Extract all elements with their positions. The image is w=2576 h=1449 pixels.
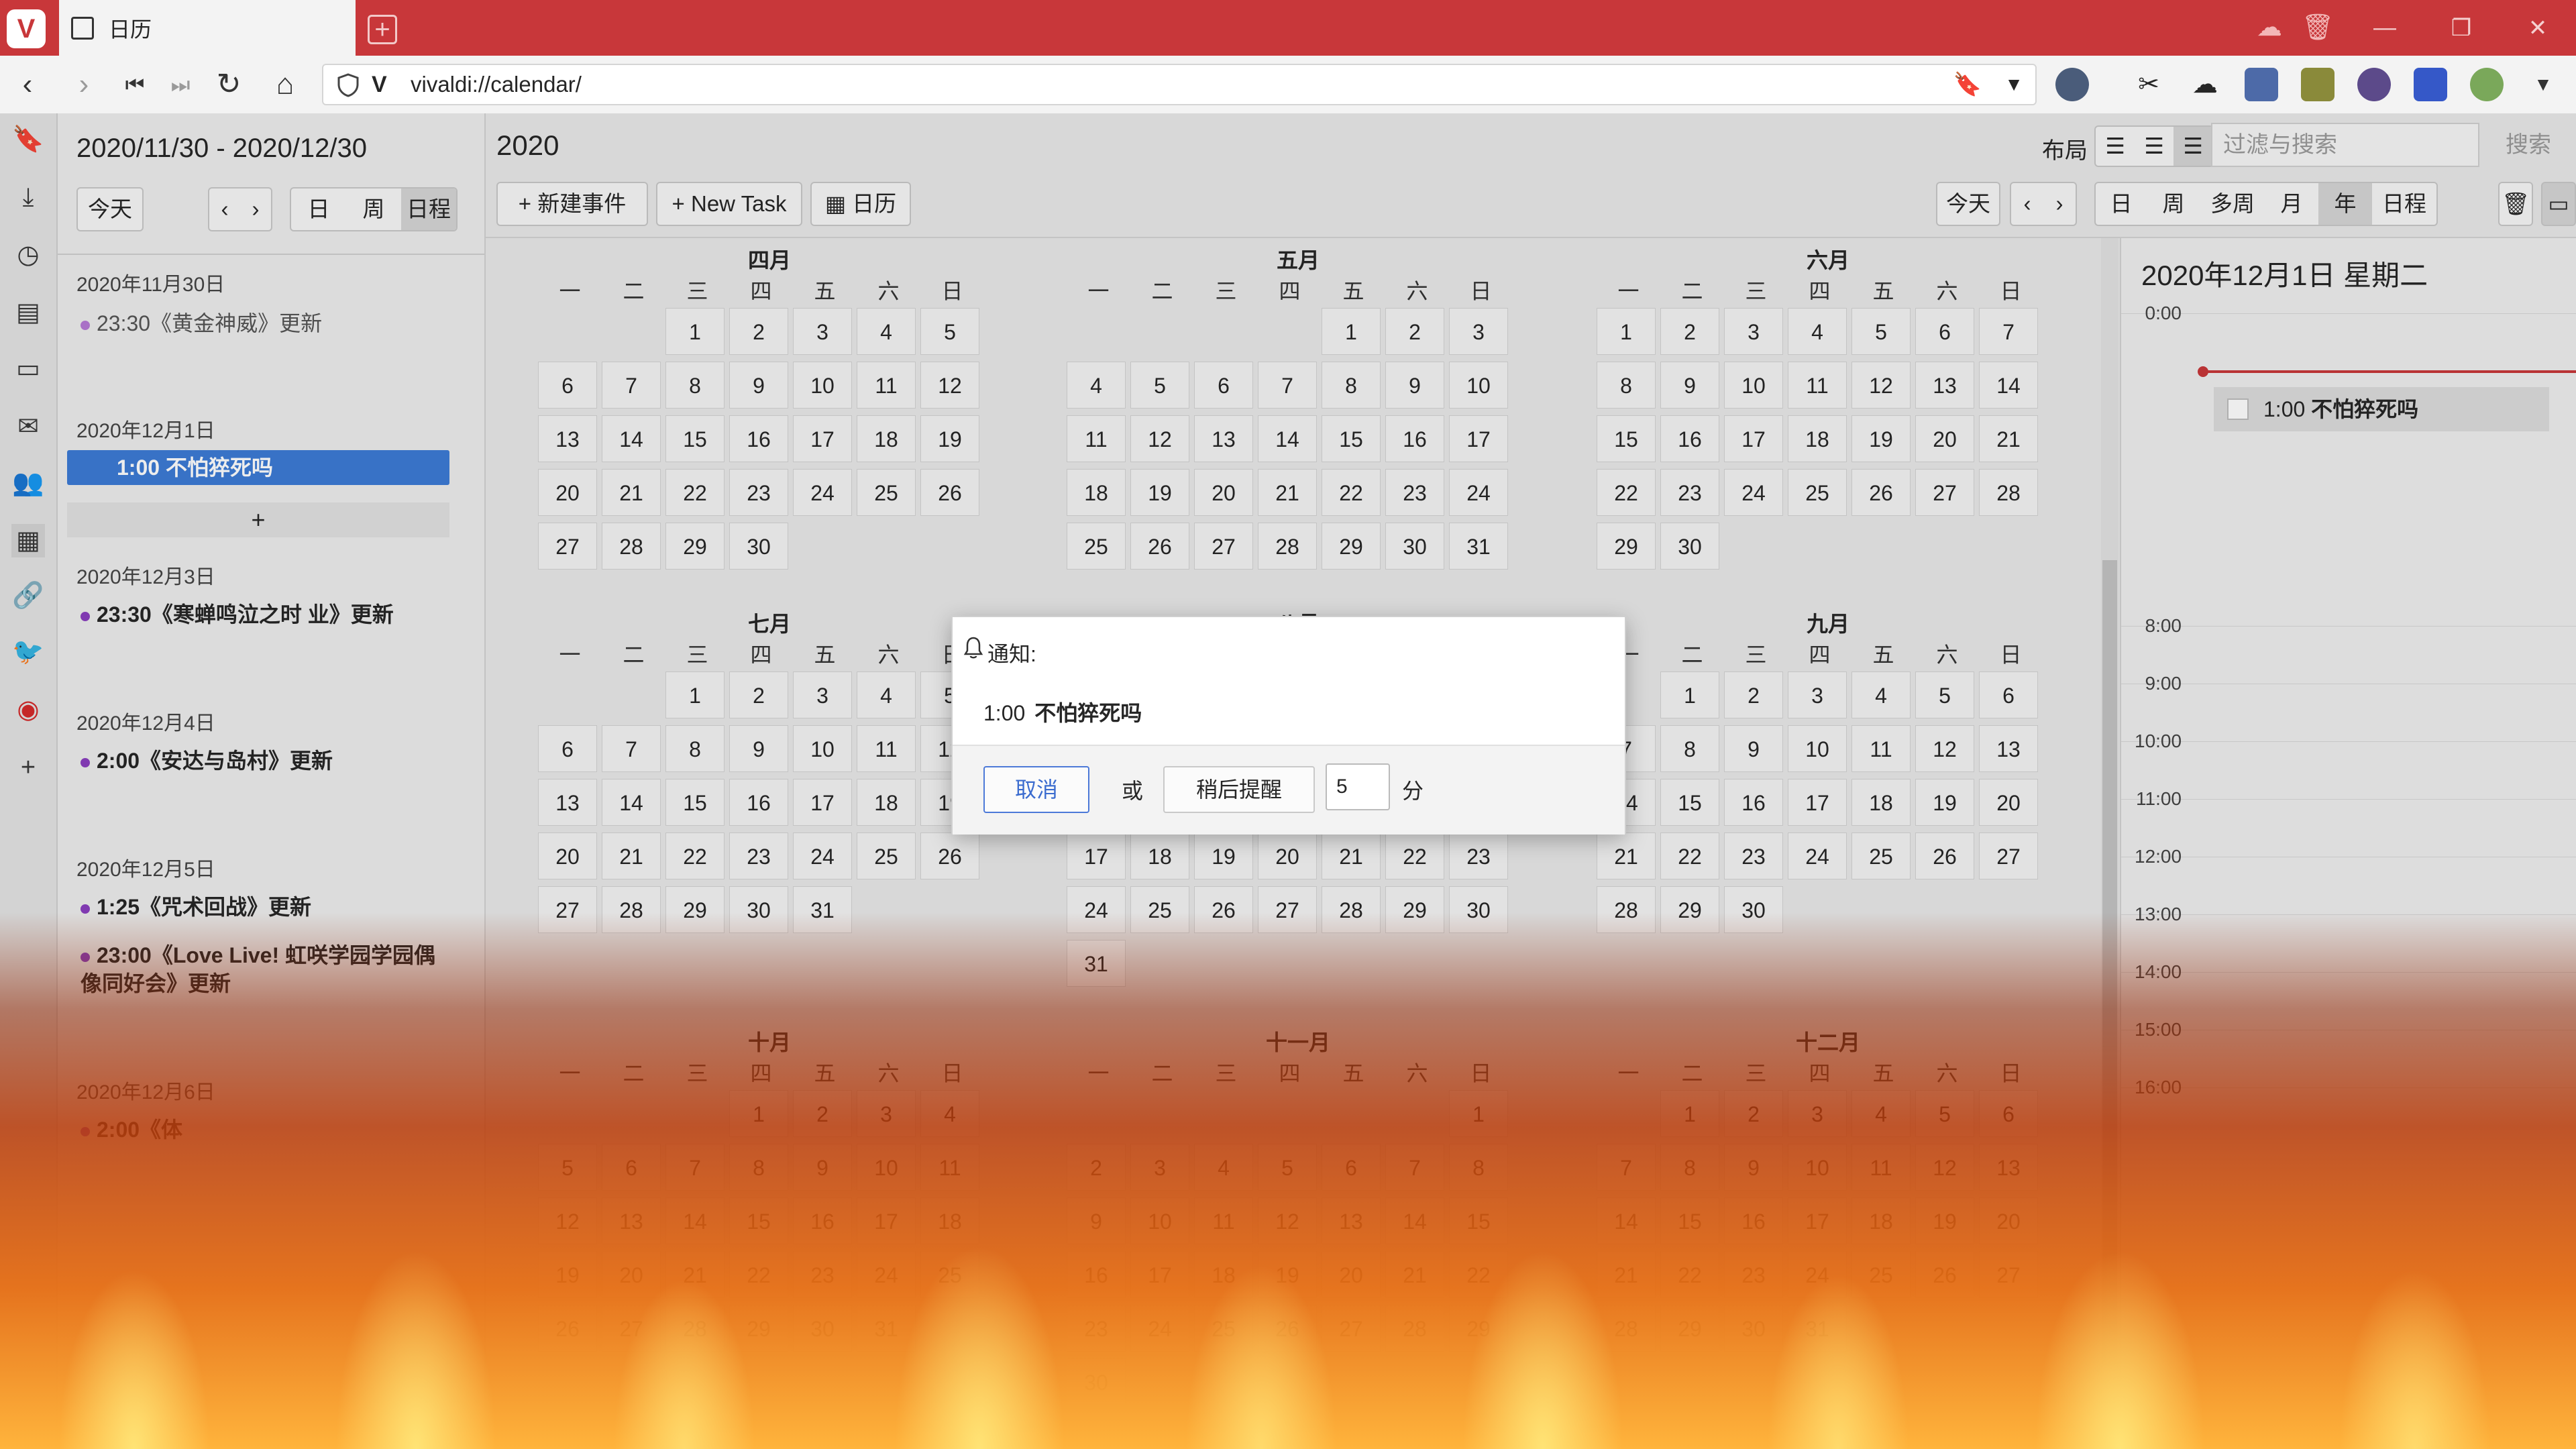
cloud-icon[interactable]: ☁ [2188, 68, 2222, 101]
home-button[interactable]: ⌂ [268, 68, 302, 101]
back-button[interactable]: ‹ [11, 68, 44, 101]
cancel-button[interactable]: 取消 [983, 766, 1089, 813]
new-tab-button[interactable]: + [368, 15, 397, 44]
restore-button[interactable]: ❐ [2424, 0, 2498, 56]
scissors-icon[interactable]: ✂ [2132, 68, 2165, 101]
tab-calendar[interactable]: 日历 [59, 0, 356, 56]
rewind-button[interactable]: ⏮ [118, 68, 152, 101]
address-field[interactable]: V vivaldi://calendar/ 🔖 ▼ [322, 64, 2037, 105]
bell-icon [963, 637, 983, 659]
trash-icon[interactable]: 🗑 [2301, 11, 2334, 44]
address-dropdown-icon[interactable]: ▼ [2004, 65, 2023, 104]
cloud-sync-icon[interactable]: ☁ [2253, 11, 2286, 44]
forward-button[interactable]: › [67, 68, 101, 101]
bookmark-icon[interactable]: 🔖 [1953, 65, 1982, 104]
calendar-icon [71, 16, 94, 40]
vivaldi-menu-button[interactable]: V [7, 9, 46, 48]
fast-forward-button[interactable]: ⏭ [164, 68, 197, 101]
extension-window-icon[interactable] [2245, 68, 2278, 101]
dialog-event-title: 不怕猝死吗 [1034, 701, 1142, 725]
extension-tray-icon[interactable] [2301, 68, 2334, 101]
extension-mask-icon[interactable] [2357, 68, 2391, 101]
vivaldi-badge-icon: V [372, 72, 387, 97]
address-bar-row: ‹ › ⏮ ⏭ ↻ ⌂ V vivaldi://calendar/ 🔖 ▼ ✂ … [0, 56, 2576, 115]
extension-circle-icon[interactable] [2470, 68, 2504, 101]
reload-button[interactable]: ↻ [212, 68, 246, 101]
snooze-button[interactable]: 稍后提醒 [1163, 766, 1315, 813]
url-text: vivaldi://calendar/ [411, 72, 582, 97]
minutes-unit-label: 分 [1402, 779, 1424, 803]
profile-avatar[interactable] [2055, 68, 2089, 101]
close-window-button[interactable]: ✕ [2501, 0, 2575, 56]
bitwarden-icon[interactable] [2414, 68, 2447, 101]
or-label: 或 [1122, 779, 1144, 803]
tab-title: 日历 [109, 17, 152, 42]
dialog-header: 通知: [987, 642, 1036, 666]
dialog-footer: 取消 或 稍后提醒 5 分 [953, 745, 1625, 835]
shield-icon[interactable] [337, 73, 360, 97]
notification-dialog: 通知: 1:00 不怕猝死吗 取消 或 稍后提醒 5 分 [951, 616, 1626, 835]
dialog-body: 1:00 不怕猝死吗 [983, 696, 1142, 727]
tab-strip: V 日历 + ☁ 🗑 — ❐ ✕ [0, 0, 2576, 56]
snooze-minutes-input[interactable]: 5 [1326, 763, 1390, 810]
dialog-time: 1:00 [983, 701, 1026, 725]
minimize-button[interactable]: — [2348, 0, 2422, 56]
extensions-menu-icon[interactable]: ▼ [2526, 68, 2560, 101]
